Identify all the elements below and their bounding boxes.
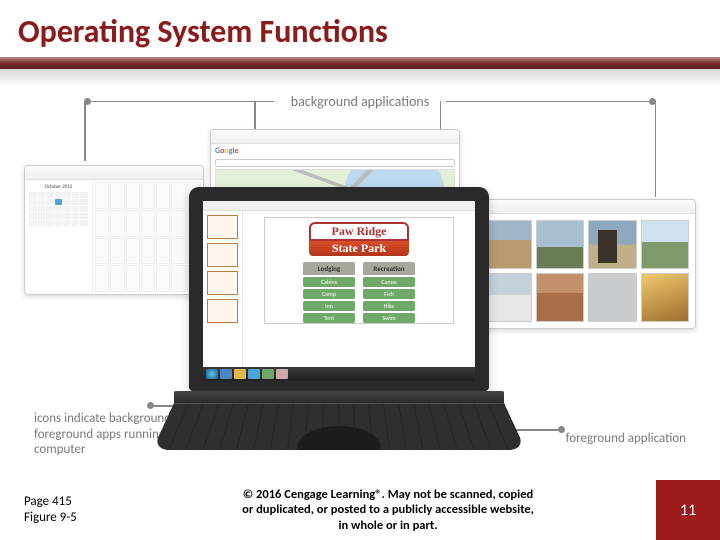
taskbar-icon (234, 369, 246, 379)
list-item: Hike (363, 301, 415, 311)
park-name: Paw Ridge (309, 222, 409, 241)
list-item: Canoe (363, 277, 415, 287)
photo-thumb (536, 220, 585, 269)
laptop-lid: Paw Ridge State Park Lodging Cabins Camp… (189, 187, 489, 391)
list-item: Inn (303, 301, 355, 311)
connector-line (655, 101, 657, 197)
window-titlebar (477, 200, 695, 214)
foreground-app-label: foreground application (566, 431, 686, 446)
footer: Page 415 Figure 9-5 © 2016 Cengage Learn… (0, 480, 720, 540)
photo-thumb (641, 273, 690, 322)
presentation-slide: Paw Ridge State Park Lodging Cabins Camp… (264, 217, 454, 324)
laptop-screen: Paw Ridge State Park Lodging Cabins Camp… (203, 201, 475, 381)
list-item: Tent (303, 313, 355, 323)
list-item: Fish (363, 289, 415, 299)
list-item: Camp (303, 289, 355, 299)
page-number: Page 415 (24, 494, 120, 510)
taskbar-icon (248, 369, 260, 379)
photo-thumb (588, 273, 637, 322)
connector-line (446, 101, 656, 121)
page-reference: Page 415 Figure 9-5 (0, 494, 120, 527)
photo-thumb (536, 273, 585, 322)
park-subtitle: State Park (309, 241, 409, 256)
title-area: Operating System Functions (0, 0, 720, 51)
slide-title: Operating System Functions (18, 12, 720, 51)
slide-thumbnails-panel (203, 211, 243, 367)
photo-gallery-window (476, 199, 696, 329)
calendar-month-label: October 2015 (29, 184, 88, 190)
taskbar (203, 367, 475, 381)
taskbar-icon (220, 369, 232, 379)
list-item: Cabins (303, 277, 355, 287)
laptop-keyboard (152, 403, 525, 450)
slide-number-badge: 11 (656, 480, 720, 540)
app-titlebar (203, 201, 475, 211)
figure: background applications October 2015 (24, 99, 696, 469)
search-bar (215, 159, 455, 167)
list-item: Swim (363, 313, 415, 323)
figure-number: Figure 9-5 (24, 510, 120, 526)
copyright-notice: © 2016 Cengage Learning®. May not be sca… (120, 487, 656, 534)
window-titlebar (25, 166, 203, 180)
taskbar-icon (262, 369, 274, 379)
calendar-mini-grid (29, 192, 88, 226)
recreation-section: Recreation Canoe Fish Hike Swim (363, 262, 415, 323)
start-button-icon (206, 369, 218, 379)
laptop-hinge (174, 391, 504, 403)
google-logo: Google (211, 144, 459, 158)
photo-thumb (588, 220, 637, 269)
photo-thumb (641, 220, 690, 269)
title-divider-bar (0, 57, 720, 69)
section-header: Lodging (303, 262, 355, 275)
taskbar-icon (276, 369, 288, 379)
laptop: Paw Ridge State Park Lodging Cabins Camp… (174, 187, 504, 457)
connector-line (84, 101, 86, 161)
lodging-section: Lodging Cabins Camp Inn Tent (303, 262, 355, 323)
connector-line (84, 101, 274, 121)
window-titlebar (211, 130, 459, 144)
section-header: Recreation (363, 262, 415, 275)
background-apps-label: background applications (291, 93, 429, 110)
thumbnail-grid (477, 214, 695, 328)
